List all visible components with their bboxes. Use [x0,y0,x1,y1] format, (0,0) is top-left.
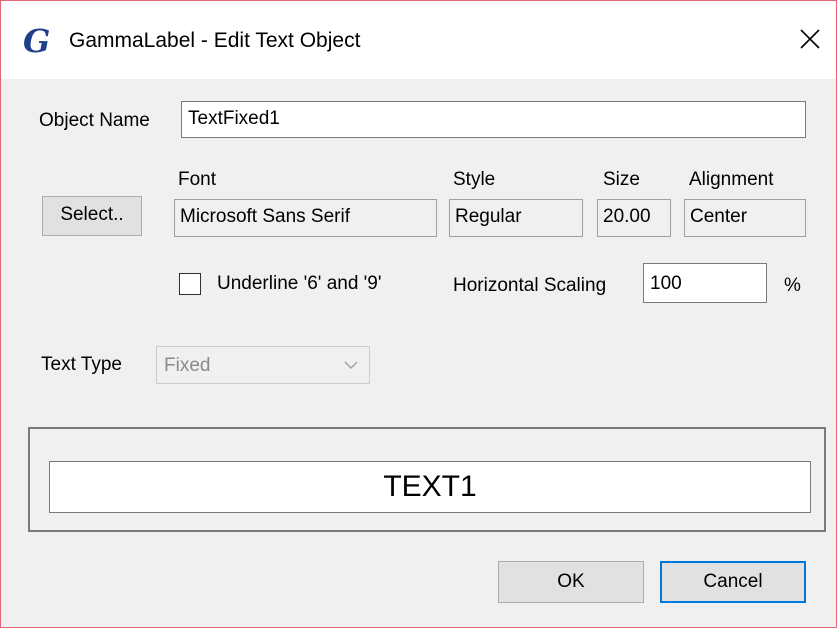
horizontal-scaling-label: Horizontal Scaling [453,275,607,296]
style-label: Style [453,169,496,190]
text-type-label: Text Type [41,354,122,375]
select-font-button[interactable]: Select.. [42,196,142,236]
font-size-field: 20.00 [597,199,671,237]
alignment-field: Center [684,199,806,237]
object-name-label: Object Name [39,110,150,131]
underline-6-9-label[interactable]: Underline '6' and '9' [217,272,382,296]
preview-panel: TEXT1 [28,427,826,532]
horizontal-scaling-input[interactable]: 100 [643,263,767,303]
gammalabel-logo-icon: G [23,22,51,60]
window-title: GammaLabel - Edit Text Object [69,29,361,52]
cancel-button[interactable]: Cancel [660,561,806,603]
object-name-input[interactable]: TextFixed1 [181,101,806,138]
underline-6-9-checkbox[interactable] [179,273,201,295]
alignment-label: Alignment [689,169,774,190]
chevron-down-icon [344,361,358,369]
size-label: Size [603,169,640,190]
text-type-dropdown[interactable]: Fixed [156,346,370,384]
font-name-field: Microsoft Sans Serif [174,199,437,237]
title-bar[interactable]: G GammaLabel - Edit Text Object [1,1,836,79]
edit-text-object-dialog: G GammaLabel - Edit Text Object Object N… [0,0,837,628]
close-button[interactable] [785,15,837,65]
text-type-dropdown-toggle[interactable] [333,347,369,383]
ok-button[interactable]: OK [498,561,644,603]
preview-text: TEXT1 [49,461,811,513]
font-style-field: Regular [449,199,583,237]
font-label: Font [178,169,217,190]
close-icon [800,29,820,49]
percent-unit-label: % [784,275,801,296]
text-type-selected-value: Fixed [164,355,211,376]
